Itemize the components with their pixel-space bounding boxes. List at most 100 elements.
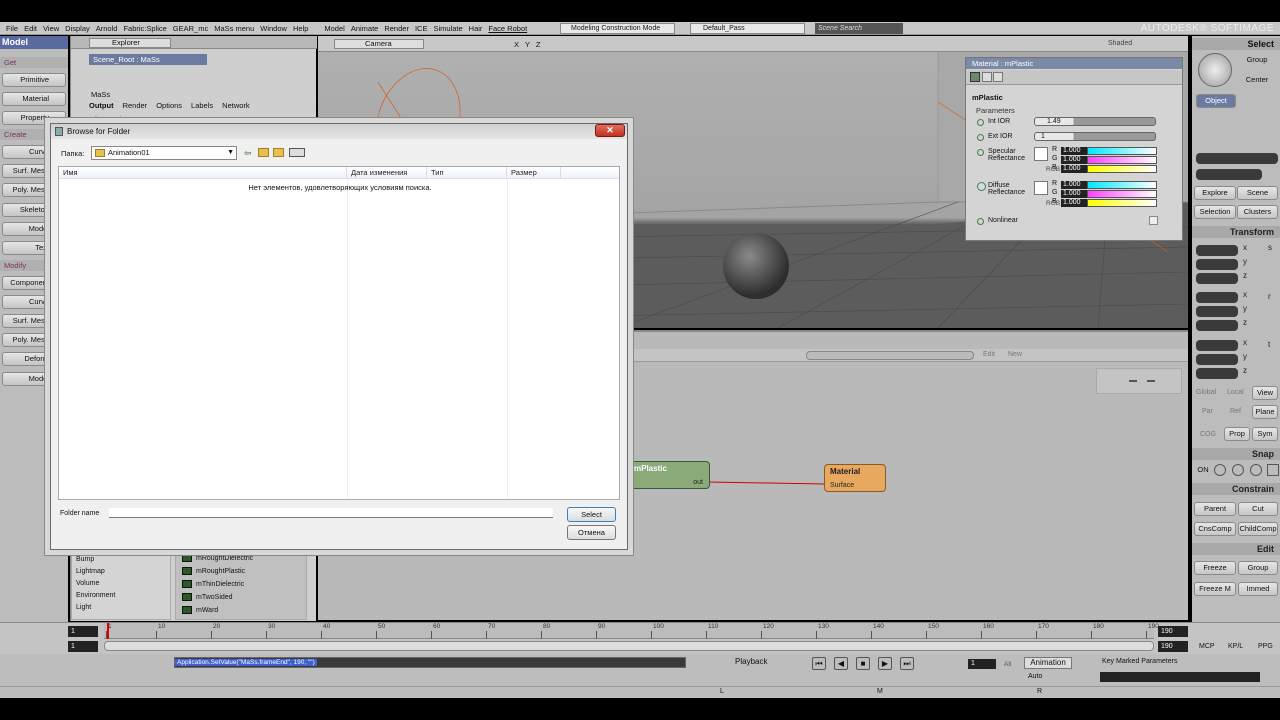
node-mplastic-port[interactable]: out — [693, 479, 703, 486]
cnscomp-button[interactable]: CnsComp — [1194, 522, 1236, 536]
list-item[interactable]: Light — [76, 604, 91, 611]
int-ior-field[interactable]: 1.49 — [1034, 117, 1156, 126]
freeze-button[interactable]: Freeze — [1194, 561, 1236, 575]
lock-icon[interactable] — [970, 72, 980, 82]
menu-item-hair[interactable]: Hair — [469, 24, 483, 33]
primitive-button[interactable]: Primitive — [2, 73, 66, 87]
diffuse-r-slider[interactable] — [1087, 181, 1157, 189]
immed-button[interactable]: Immed — [1238, 582, 1278, 596]
mcp-tab[interactable]: MCP — [1199, 643, 1215, 650]
specular-g-slider[interactable] — [1087, 156, 1157, 164]
timeline-end2-field[interactable]: 190 — [1158, 641, 1188, 652]
menu-item-help[interactable]: Help — [293, 24, 308, 33]
menu-item-simulate[interactable]: Simulate — [433, 24, 462, 33]
anim-dot-icon[interactable] — [977, 218, 984, 225]
anim-dot-icon[interactable] — [977, 134, 984, 141]
scale-z-field[interactable] — [1196, 273, 1238, 284]
translate-y-field[interactable] — [1196, 354, 1238, 365]
axis-toggle[interactable]: X Y Z — [514, 40, 542, 49]
ref-local[interactable]: Local — [1227, 389, 1244, 396]
menu-item-display[interactable]: Display — [65, 24, 90, 33]
list-item[interactable]: mWard — [182, 606, 218, 614]
menu-item-edit[interactable]: Edit — [24, 24, 37, 33]
menu-item-fabric-splice[interactable]: Fabric:Splice — [123, 24, 166, 33]
playhead[interactable] — [107, 623, 109, 639]
specular-g-field[interactable]: 1.000 — [1061, 156, 1087, 164]
column-name[interactable]: Имя — [59, 167, 347, 179]
scene-button[interactable]: Scene — [1237, 186, 1278, 200]
tab-labels[interactable]: Labels — [191, 101, 213, 112]
anim-dot-icon[interactable] — [977, 149, 984, 156]
node-material-port[interactable]: Surface — [830, 482, 854, 489]
playback-menu[interactable]: Playback — [735, 657, 767, 666]
ref-view[interactable]: View — [1252, 386, 1278, 400]
menu-item-arnold[interactable]: Arnold — [96, 24, 118, 33]
diffuse-b-field[interactable]: 1.000 — [1061, 199, 1087, 207]
snap-options-icon[interactable] — [1267, 464, 1279, 476]
new-folder-icon[interactable] — [273, 148, 284, 157]
stop-icon[interactable]: ■ — [856, 657, 870, 670]
select-center-button[interactable]: Center — [1236, 74, 1278, 88]
diffuse-g-slider[interactable] — [1087, 190, 1157, 198]
specular-b-field[interactable]: 1.000 — [1061, 165, 1087, 173]
menu-item-render[interactable]: Render — [384, 24, 409, 33]
filter-slot[interactable] — [1196, 169, 1262, 180]
diffuse-g-field[interactable]: 1.000 — [1061, 190, 1087, 198]
folder-name-input[interactable] — [109, 508, 553, 518]
all-toggle[interactable]: All — [1004, 661, 1011, 668]
mode-select[interactable]: Modeling Construction Mode — [560, 23, 675, 34]
diffuse-b-slider[interactable] — [1087, 199, 1157, 207]
selection-button[interactable]: Selection — [1194, 205, 1236, 219]
ext-ior-field[interactable]: 1 — [1034, 132, 1156, 141]
material-button[interactable]: Material — [2, 92, 66, 106]
texture-icon[interactable] — [977, 182, 986, 191]
diffuse-color-swatch[interactable] — [1034, 181, 1048, 195]
rotate-y-field[interactable] — [1196, 306, 1238, 317]
current-frame-field[interactable]: 1 — [968, 659, 996, 669]
tab-network[interactable]: Network — [222, 101, 250, 112]
folder-list[interactable]: Имя Дата изменения Тип Размер Нет элемен… — [58, 166, 620, 500]
last-frame-icon[interactable]: ⏭ — [900, 657, 914, 670]
tab-render[interactable]: Render — [123, 101, 148, 112]
ref-plane[interactable]: Plane — [1252, 405, 1278, 419]
specular-color-swatch[interactable] — [1034, 147, 1048, 161]
rotate-z-field[interactable] — [1196, 320, 1238, 331]
menu-item-mass-menu[interactable]: MaSs menu — [214, 24, 254, 33]
view-menu-icon[interactable] — [289, 148, 305, 157]
explore-button[interactable]: Explore — [1194, 186, 1236, 200]
up-folder-icon[interactable] — [258, 148, 269, 157]
specular-r-slider[interactable] — [1087, 147, 1157, 155]
anim-dot-icon[interactable] — [977, 119, 984, 126]
list-item[interactable]: Environment — [76, 592, 115, 599]
time-range-slider[interactable] — [104, 641, 1154, 651]
select-arrow-icon[interactable] — [1198, 53, 1232, 87]
auto-key-toggle[interactable]: Auto — [1028, 673, 1042, 680]
next-icon[interactable] — [993, 72, 1003, 82]
snap-point-icon[interactable] — [1250, 464, 1262, 476]
snap-magnet-icon[interactable] — [1214, 464, 1226, 476]
play-forward-icon[interactable]: ▶ — [878, 657, 892, 670]
camera-dropdown[interactable]: Camera — [334, 39, 424, 49]
first-frame-icon[interactable]: ⏮ — [812, 657, 826, 670]
folder-select[interactable]: Animation01 ▼ — [91, 146, 237, 160]
menu-item-face-robot[interactable]: Face Robot — [488, 24, 527, 33]
cog-toggle[interactable]: COG — [1200, 431, 1216, 438]
parent-button[interactable]: Parent — [1194, 502, 1236, 516]
column-date[interactable]: Дата изменения — [347, 167, 427, 179]
menu-item-animate[interactable]: Animate — [351, 24, 379, 33]
freeze-m-button[interactable]: Freeze M — [1194, 582, 1236, 596]
key-marked-label[interactable]: Key Marked Parameters — [1102, 658, 1177, 665]
list-item[interactable]: Bump — [76, 556, 94, 563]
timeline-start2-field[interactable]: 1 — [68, 641, 98, 652]
cancel-button[interactable]: Отмена — [567, 525, 616, 540]
menu-item-gear-mc[interactable]: GEAR_mc — [173, 24, 208, 33]
scene-search-input[interactable]: Scene Search — [815, 23, 903, 34]
list-item[interactable]: mTwoSided — [182, 593, 233, 601]
node-material[interactable]: Material Surface — [824, 464, 886, 492]
explorer-dropdown[interactable]: Explorer — [89, 38, 171, 48]
list-item[interactable]: mRoughtPlastic — [182, 567, 245, 575]
menu-item-view[interactable]: View — [43, 24, 59, 33]
list-item[interactable]: mThinDielectric — [182, 580, 244, 588]
snap-grid-icon[interactable] — [1232, 464, 1244, 476]
scale-y-field[interactable] — [1196, 259, 1238, 270]
